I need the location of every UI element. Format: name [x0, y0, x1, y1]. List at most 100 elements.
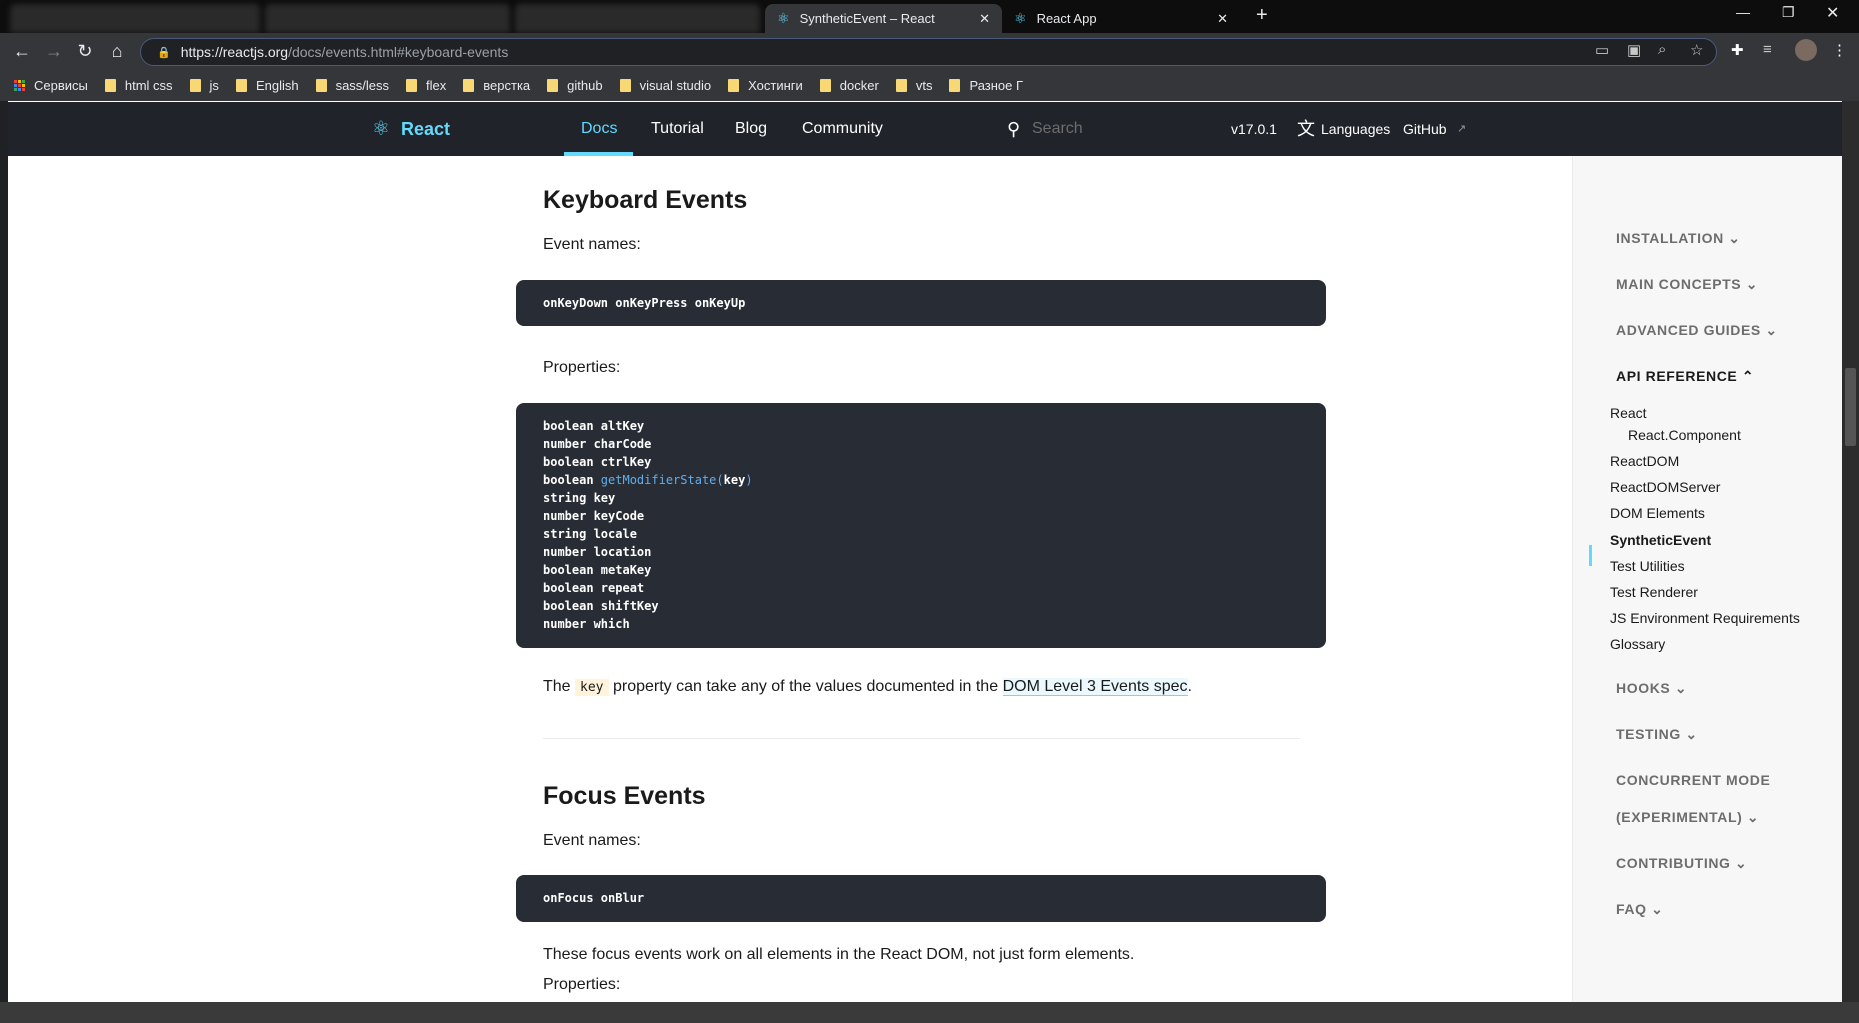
sidebar-item-react-component[interactable]: React.Component: [1628, 427, 1741, 443]
section-divider: [543, 738, 1300, 739]
close-tab-icon[interactable]: ✕: [1217, 11, 1228, 27]
bookmark-folder[interactable]: Разное Г: [949, 78, 1023, 93]
media-icon[interactable]: ≡: [1763, 41, 1772, 58]
chevron-down-icon: ⌄: [1728, 230, 1741, 246]
code-line: string locale: [543, 527, 637, 541]
close-tab-icon[interactable]: ✕: [979, 11, 990, 27]
page-viewport: ⚛ React Docs Tutorial Blog Community ⚲ S…: [8, 101, 1859, 1002]
blurred-tab[interactable]: [265, 4, 510, 33]
bookmark-folder[interactable]: js: [189, 78, 219, 93]
forward-icon[interactable]: →: [42, 41, 66, 62]
sidebar-item-reactdom[interactable]: ReactDOM: [1610, 453, 1679, 469]
folder-icon: [895, 78, 907, 92]
minimize-button[interactable]: —: [1736, 4, 1750, 20]
url-bar[interactable]: 🔒 https://reactjs.org/docs/events.html#k…: [140, 38, 1717, 66]
bookmark-folder[interactable]: docker: [819, 78, 879, 93]
apps-grid-icon: [14, 79, 25, 91]
dom-level-3-spec-link[interactable]: DOM Level 3 Events spec: [1002, 678, 1188, 696]
nav-blog[interactable]: Blog: [735, 102, 767, 156]
code-line: number which: [543, 617, 630, 631]
url-text: https://reactjs.org/docs/events.html#key…: [180, 44, 509, 60]
react-logo-icon[interactable]: ⚛: [372, 102, 390, 156]
nav-community[interactable]: Community: [802, 102, 883, 156]
bookmark-folder[interactable]: Хостинги: [728, 78, 803, 93]
extensions-icon[interactable]: ✚: [1731, 41, 1744, 59]
sidebar-section-installation[interactable]: INSTALLATION ⌄: [1616, 230, 1741, 247]
nav-docs[interactable]: Docs: [581, 102, 617, 156]
site-logo[interactable]: React: [401, 102, 450, 156]
bookmark-folder[interactable]: vts: [895, 78, 932, 93]
page-scrollbar[interactable]: [1842, 101, 1859, 1002]
bookmark-folder[interactable]: html css: [104, 78, 173, 93]
heading-focus-events: Focus Events: [543, 782, 706, 810]
chevron-down-icon: ⌄: [1651, 901, 1664, 917]
external-link-icon: ↗: [1457, 123, 1467, 135]
focus-description: These focus events work on all elements …: [543, 946, 1135, 963]
version-link[interactable]: v17.0.1: [1231, 102, 1277, 156]
restore-button[interactable]: ❐: [1782, 4, 1795, 21]
sidebar-section-advanced-guides[interactable]: ADVANCED GUIDES ⌄: [1616, 322, 1778, 339]
sidebar-section-hooks[interactable]: HOOKS ⌄: [1616, 680, 1687, 697]
sidebar-item-dom-elements[interactable]: DOM Elements: [1610, 505, 1705, 521]
folder-icon: [315, 78, 327, 92]
sidebar-item-syntheticevent[interactable]: SyntheticEvent: [1610, 532, 1711, 548]
code-line: number location: [543, 545, 652, 559]
lock-icon: 🔒: [157, 46, 171, 59]
back-icon[interactable]: ←: [10, 41, 34, 62]
sidebar-item-react[interactable]: React: [1610, 405, 1647, 421]
menu-icon[interactable]: ⋮: [1832, 41, 1847, 59]
code-block-event-names: onKeyDown onKeyPress onKeyUp: [516, 280, 1326, 326]
bookmark-folder[interactable]: sass/less: [315, 78, 389, 93]
sidebar-item-reactdomserver[interactable]: ReactDOMServer: [1610, 479, 1720, 495]
bookmarks-bar: Сервисы html css js English sass/less fl…: [0, 69, 1859, 101]
search-input[interactable]: Search: [1032, 102, 1083, 156]
method-name: getModifierState(: [600, 473, 724, 487]
main-content: Keyboard Events Event names: onKeyDown o…: [8, 156, 1572, 1002]
bookmark-folder[interactable]: верстка: [463, 78, 530, 93]
sidebar-section-concurrent-mode[interactable]: CONCURRENT MODE: [1616, 772, 1770, 788]
blurred-tab[interactable]: [10, 4, 260, 33]
code-line: boolean shiftKey: [543, 599, 659, 613]
bookmark-folder[interactable]: visual studio: [619, 78, 711, 93]
code-line: number keyCode: [543, 509, 645, 523]
bookmark-apps[interactable]: Сервисы: [14, 78, 88, 93]
react-favicon-icon: ⚛: [777, 10, 790, 26]
languages-link[interactable]: Languages: [1321, 102, 1390, 156]
chevron-down-icon: ⌄: [1745, 276, 1759, 292]
chevron-down-icon: ⌄: [1674, 680, 1688, 696]
code-line: boolean getModifierState(key): [543, 473, 753, 487]
close-window-button[interactable]: ✕: [1826, 3, 1839, 23]
folder-icon: [189, 78, 201, 92]
address-toolbar: ← → ↻ ⌂ 🔒 https://reactjs.org/docs/event…: [0, 33, 1859, 69]
react-favicon-icon: ⚛: [1014, 10, 1027, 26]
sidebar-section-api-reference[interactable]: API REFERENCE ⌃: [1616, 368, 1754, 385]
code-line: boolean metaKey: [543, 563, 652, 577]
tab-syntheticevent[interactable]: ⚛ SyntheticEvent – React ✕: [765, 4, 1002, 33]
new-tab-button[interactable]: +: [1256, 4, 1268, 27]
profile-avatar[interactable]: [1795, 39, 1817, 61]
bookmark-star-icon[interactable]: ☆: [1690, 41, 1703, 59]
sidebar-item-test-renderer[interactable]: Test Renderer: [1610, 584, 1698, 600]
github-link[interactable]: GitHub: [1403, 102, 1447, 156]
sidebar-section-contributing[interactable]: CONTRIBUTING ⌄: [1616, 855, 1747, 872]
scrollbar-thumb[interactable]: [1845, 368, 1856, 446]
bookmark-folder[interactable]: github: [547, 78, 603, 93]
bookmark-folder[interactable]: flex: [406, 78, 446, 93]
blurred-tab[interactable]: [515, 4, 760, 33]
sidebar-section-main-concepts[interactable]: MAIN CONCEPTS ⌄: [1616, 276, 1758, 293]
sidebar-item-glossary[interactable]: Glossary: [1610, 636, 1665, 652]
nav-tutorial[interactable]: Tutorial: [651, 102, 704, 156]
sidebar-section-testing[interactable]: TESTING ⌄: [1616, 726, 1698, 743]
folder-icon: [819, 78, 831, 92]
reload-icon[interactable]: ↻: [73, 41, 97, 62]
zoom-icon[interactable]: ⌕: [1658, 41, 1666, 58]
cast-icon[interactable]: ▭: [1595, 41, 1609, 59]
sidebar-item-test-utilities[interactable]: Test Utilities: [1610, 558, 1685, 574]
bookmark-folder[interactable]: English: [235, 78, 299, 93]
translate-icon[interactable]: ▣: [1627, 41, 1641, 59]
tab-react-app[interactable]: ⚛ React App ✕: [1002, 4, 1240, 33]
sidebar-item-js-environment[interactable]: JS Environment Requirements: [1610, 610, 1800, 626]
home-icon[interactable]: ⌂: [105, 41, 129, 62]
sidebar-section-experimental[interactable]: (EXPERIMENTAL) ⌄: [1616, 809, 1759, 826]
sidebar-section-faq[interactable]: FAQ ⌄: [1616, 901, 1663, 918]
